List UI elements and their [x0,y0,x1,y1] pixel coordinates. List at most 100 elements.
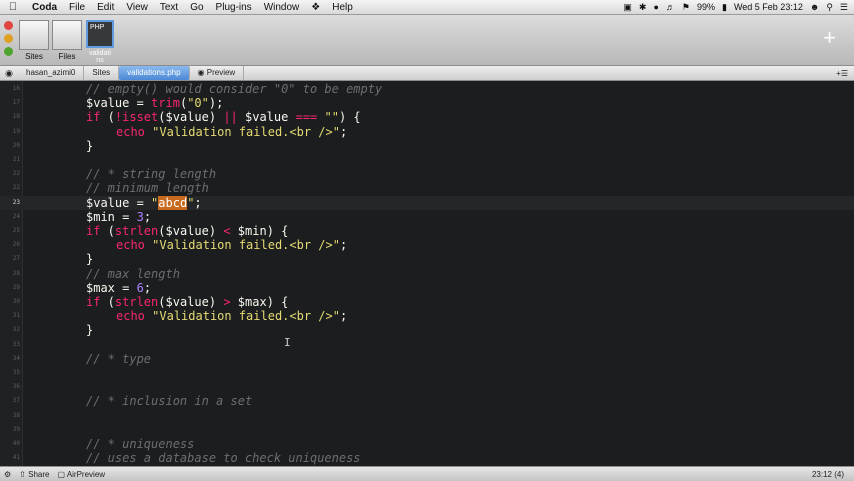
line-number: 39 [12,425,20,433]
code-line[interactable]: 18 if (!isset($value) || $value === "") { [0,110,854,124]
airpreview-button[interactable]: ▢ AirPreview [53,470,109,479]
status-bar: ⚙ ⇧ Share ▢ AirPreview 23:12 (4) [0,466,854,481]
code-line[interactable]: 24 $min = 3; [0,210,854,224]
add-tab-icon[interactable]: + [823,27,836,49]
line-number: 16 [12,85,20,92]
code-token: = [129,195,152,210]
code-line[interactable]: 16 // empty() would consider "0" to be em… [0,82,854,96]
menu-help[interactable]: Help [326,2,359,13]
path-menu-icon[interactable]: +☰ [836,69,854,78]
battery-text[interactable]: 99% [697,2,715,12]
code-text: // empty() would consider "0" to be empt… [86,82,382,96]
menu-text[interactable]: Text [154,2,184,13]
code-token: $min [237,224,267,238]
line-number: 25 [12,227,20,234]
zoom-window-button[interactable] [4,47,13,56]
code-line[interactable]: 34 // * type [0,352,854,366]
wifi-icon[interactable]: ● [653,2,658,12]
code-line[interactable]: 22 // * string length [0,167,854,181]
menu-edit[interactable]: Edit [91,2,120,13]
code-line[interactable]: 29 $max = 6; [0,281,854,295]
code-token: "Validation failed.<br />" [152,309,340,324]
list-icon[interactable]: ☰ [840,2,848,13]
code-token: < [223,224,231,238]
code-token: // * inclusion in a set [86,394,253,409]
code-token: ) { [266,224,289,238]
breadcrumb-file[interactable]: validations.php [119,66,190,80]
code-line[interactable]: 21 [0,153,854,167]
code-editor[interactable]: 16 // empty() would consider "0" to be em… [0,81,854,466]
code-line[interactable]: 30 if (strlen($value) > $max) { [0,295,854,309]
code-token: > [223,295,231,309]
search-icon[interactable]: ⚲ [826,2,833,13]
code-line[interactable]: 32} [0,323,854,337]
active-file-tab[interactable]: PHP validati ns [84,20,116,64]
bluetooth-icon[interactable]: ✱ [639,2,647,13]
clock[interactable]: Wed 5 Feb 23:12 [734,2,803,12]
user-icon[interactable]: ☻ [810,2,819,12]
code-line[interactable]: 40 // * uniqueness [0,437,854,451]
minimize-window-button[interactable] [4,34,13,43]
code-token: $value [245,110,289,125]
code-line[interactable]: 23 $value = "abcd"; [0,195,854,210]
menu-view[interactable]: View [120,2,154,13]
code-line[interactable]: 37 // * inclusion in a set [0,394,854,408]
menu-coda[interactable]: Coda [26,2,63,13]
code-line[interactable]: 26 echo "Validation failed.<br />"; [0,238,854,252]
code-token: ; [143,280,152,295]
code-token: $value [165,224,209,238]
code-line[interactable]: 22 // minimum length [0,181,854,195]
eye-icon[interactable]: ◉ [0,68,18,79]
code-line[interactable]: 17 $value = trim("0"); [0,96,854,110]
settings-icon[interactable]: ⚙ [0,470,15,479]
code-line[interactable]: 33 [0,338,854,352]
camera-icon[interactable]: ▣ [623,2,632,13]
preview-label: Preview [206,68,236,77]
code-line[interactable]: 35 [0,366,854,380]
code-line[interactable]: 41 // uses a database to check uniqueness [0,451,854,465]
code-text: } [86,323,93,337]
menu-file[interactable]: File [63,2,91,13]
code-line[interactable]: 31 echo "Validation failed.<br />"; [0,309,854,323]
line-number: 32 [12,326,20,334]
breadcrumb-user[interactable]: hasan_azimi0 [18,66,85,80]
code-line[interactable]: 36 [0,380,854,394]
script-menu-icon[interactable]: ❖ [305,2,326,13]
code-line[interactable]: 19 echo "Validation failed.<br />"; [0,125,854,139]
files-button[interactable]: Files [51,20,83,61]
code-line[interactable]: 25 if (strlen($value) < $min) { [0,224,854,238]
code-line[interactable]: 28 // max length [0,267,854,281]
code-token: $max [86,280,115,295]
code-token: = [114,280,137,295]
sites-label: Sites [25,52,43,61]
line-number: 36 [12,383,20,391]
code-line[interactable]: 20} [0,139,854,153]
apple-icon[interactable]:  [0,1,26,13]
menu-window[interactable]: Window [258,2,306,13]
code-token: ( [100,224,115,238]
menu-go[interactable]: Go [184,2,209,13]
code-token: $value [165,110,209,125]
code-text: if (strlen($value) < $min) { [86,224,288,238]
line-number: 23 [12,198,20,206]
code-token: || [223,110,238,125]
code-text: // * uniqueness [86,437,194,451]
menu-plugins[interactable]: Plug-ins [210,2,258,13]
close-window-button[interactable] [4,21,13,30]
volume-icon[interactable]: ♬ [666,2,675,12]
sites-button[interactable]: Sites [18,20,50,61]
code-line[interactable]: 27} [0,252,854,266]
code-token: === [295,110,318,125]
code-line[interactable]: 38 [0,409,854,423]
active-file-label: validati ns [89,50,111,64]
battery-icon[interactable]: ▮ [722,2,727,13]
share-button[interactable]: ⇧ Share [15,470,53,479]
preview-button[interactable]: ◉ Preview [190,66,245,80]
breadcrumb-sites[interactable]: Sites [84,66,120,80]
flag-icon[interactable]: ⚑ [682,2,690,13]
code-line[interactable]: 39 [0,423,854,437]
code-token: ) [208,224,224,238]
code-token: strlen [114,224,159,238]
